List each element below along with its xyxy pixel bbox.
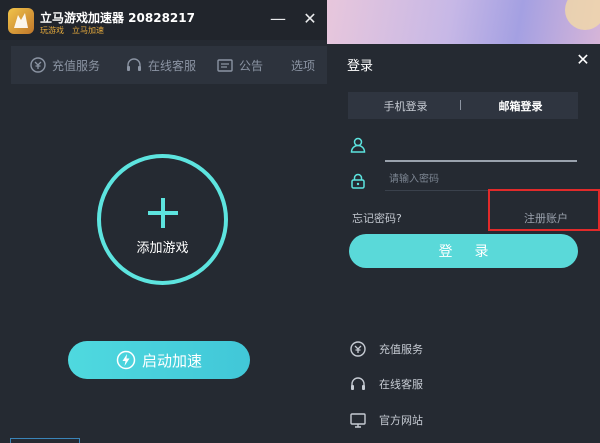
nav-notice[interactable]: 公告 — [216, 46, 263, 84]
headset-icon — [351, 377, 365, 390]
username-input[interactable] — [385, 140, 577, 162]
top-nav: 充值服务 在线客服 公告 选项 — [11, 46, 327, 84]
app-title: 立马游戏加速器 20828217 — [40, 11, 195, 25]
headset-icon — [127, 58, 141, 71]
nav-recharge[interactable]: 充值服务 — [29, 46, 100, 84]
nav-notice-label: 公告 — [239, 58, 264, 73]
tab-email-login[interactable]: 邮箱登录 — [463, 92, 578, 119]
add-game-button[interactable]: 添加游戏 — [97, 154, 228, 285]
login-panel: 登录 ✕ 手机登录 邮箱登录 忘记密码? 注册账户 登录 充值服务 在线客服 官… — [327, 44, 600, 443]
tab-divider — [460, 100, 461, 110]
plus-icon — [147, 198, 178, 228]
nav-recharge-label: 充值服务 — [52, 58, 101, 73]
login-tabs: 手机登录 邮箱登录 — [348, 92, 578, 119]
nav-options-label: 选项 — [291, 58, 316, 73]
app-logo — [8, 8, 34, 34]
nav-options[interactable]: 选项 — [291, 46, 315, 84]
link-recharge[interactable]: 充值服务 — [349, 339, 423, 359]
titlebar: 立马游戏加速器 20828217 玩游戏 立马加速 — ✕ — [0, 0, 327, 40]
login-title: 登录 — [347, 59, 374, 74]
app-subtitle: 玩游戏 立马加速 — [40, 26, 104, 35]
user-icon — [350, 137, 366, 153]
link-website[interactable]: 官方网站 — [349, 410, 423, 430]
decoration-image — [565, 0, 600, 30]
link-recharge-label: 充值服务 — [379, 343, 423, 356]
bottom-strip — [10, 438, 80, 443]
link-service[interactable]: 在线客服 — [349, 374, 423, 394]
link-service-label: 在线客服 — [379, 378, 423, 391]
link-website-label: 官方网站 — [379, 414, 423, 427]
nav-service-label: 在线客服 — [148, 58, 197, 73]
minimize-button[interactable]: — — [268, 9, 288, 29]
lock-icon — [351, 173, 365, 189]
recharge-icon — [350, 341, 366, 357]
monitor-icon — [350, 413, 366, 428]
add-game-label: 添加游戏 — [136, 241, 189, 256]
start-accelerate-label: 启动加速 — [141, 351, 202, 370]
login-close-button[interactable]: ✕ — [573, 50, 593, 70]
lightning-icon — [116, 350, 136, 370]
forgot-password-link[interactable]: 忘记密码? — [352, 210, 402, 226]
login-button[interactable]: 登录 — [349, 234, 578, 268]
close-button[interactable]: ✕ — [300, 9, 320, 29]
notice-icon — [217, 59, 233, 72]
background-art — [327, 0, 600, 44]
password-input[interactable] — [385, 169, 577, 191]
nav-service[interactable]: 在线客服 — [125, 46, 196, 84]
main-window: 立马游戏加速器 20828217 玩游戏 立马加速 — ✕ 充值服务 在线客服 … — [0, 0, 327, 443]
recharge-icon — [30, 57, 46, 73]
start-accelerate-button[interactable]: 启动加速 — [68, 341, 250, 379]
tab-phone-login[interactable]: 手机登录 — [348, 92, 463, 119]
highlight-box — [488, 189, 600, 231]
